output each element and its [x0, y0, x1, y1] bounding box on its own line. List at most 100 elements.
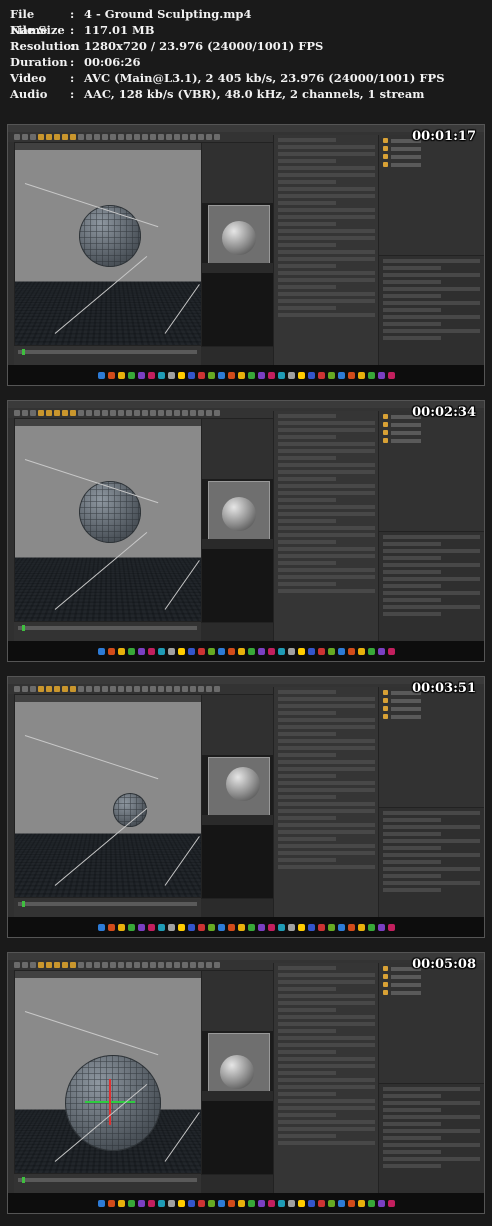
attribute-row[interactable]: [278, 1134, 336, 1138]
toolbar-button[interactable]: [118, 134, 124, 140]
toolbar-button[interactable]: [198, 134, 204, 140]
taskbar-app-icon[interactable]: [228, 648, 235, 655]
taskbar-app-icon[interactable]: [388, 924, 395, 931]
property-row[interactable]: [383, 1164, 441, 1168]
taskbar-app-icon[interactable]: [328, 924, 335, 931]
attribute-row[interactable]: [278, 1050, 336, 1054]
attribute-row[interactable]: [278, 830, 375, 834]
property-row[interactable]: [383, 598, 441, 602]
toolbar-button[interactable]: [70, 962, 76, 968]
toolbar-button[interactable]: [198, 962, 204, 968]
taskbar-app-icon[interactable]: [268, 648, 275, 655]
taskbar-app-icon[interactable]: [248, 372, 255, 379]
toolbar-button[interactable]: [158, 410, 164, 416]
property-row[interactable]: [383, 888, 441, 892]
taskbar-app-icon[interactable]: [318, 1200, 325, 1207]
taskbar-app-icon[interactable]: [148, 1200, 155, 1207]
toolbar-button[interactable]: [86, 134, 92, 140]
toolbar-button[interactable]: [158, 134, 164, 140]
property-row[interactable]: [383, 535, 480, 539]
attribute-row[interactable]: [278, 236, 375, 240]
attribute-row[interactable]: [278, 739, 375, 743]
attribute-row[interactable]: [278, 442, 375, 446]
attribute-row[interactable]: [278, 1141, 375, 1145]
attribute-row[interactable]: [278, 152, 375, 156]
property-row[interactable]: [383, 322, 441, 326]
toolbar-button[interactable]: [206, 134, 212, 140]
taskbar-app-icon[interactable]: [338, 372, 345, 379]
taskbar-app-icon[interactable]: [258, 1200, 265, 1207]
taskbar-app-icon[interactable]: [388, 1200, 395, 1207]
attribute-row[interactable]: [278, 512, 375, 516]
attribute-row[interactable]: [278, 1106, 375, 1110]
attribute-row[interactable]: [278, 138, 336, 142]
attribute-row[interactable]: [278, 1099, 375, 1103]
taskbar-app-icon[interactable]: [128, 648, 135, 655]
toolbar-button[interactable]: [110, 686, 116, 692]
property-row[interactable]: [383, 556, 441, 560]
attribute-row[interactable]: [278, 690, 336, 694]
taskbar-app-icon[interactable]: [378, 924, 385, 931]
taskbar-app-icon[interactable]: [298, 648, 305, 655]
taskbar-app-icon[interactable]: [238, 372, 245, 379]
taskbar-app-icon[interactable]: [328, 372, 335, 379]
toolbar-button[interactable]: [158, 686, 164, 692]
taskbar-app-icon[interactable]: [288, 1200, 295, 1207]
taskbar-app-icon[interactable]: [228, 924, 235, 931]
taskbar-app-icon[interactable]: [98, 1200, 105, 1207]
attribute-row[interactable]: [278, 554, 375, 558]
property-row[interactable]: [383, 860, 441, 864]
attribute-row[interactable]: [278, 1071, 336, 1075]
taskbar-app-icon[interactable]: [388, 372, 395, 379]
attribute-row[interactable]: [278, 547, 375, 551]
attribute-row[interactable]: [278, 816, 336, 820]
toolbar-button[interactable]: [206, 686, 212, 692]
taskbar-app-icon[interactable]: [188, 924, 195, 931]
toolbar-button[interactable]: [86, 410, 92, 416]
toolbar-button[interactable]: [118, 962, 124, 968]
attribute-row[interactable]: [278, 313, 375, 317]
toolbar-button[interactable]: [214, 962, 220, 968]
taskbar-app-icon[interactable]: [148, 372, 155, 379]
attribute-row[interactable]: [278, 823, 375, 827]
taskbar-app-icon[interactable]: [338, 1200, 345, 1207]
taskbar-app-icon[interactable]: [298, 372, 305, 379]
toolbar-button[interactable]: [30, 134, 36, 140]
property-row[interactable]: [383, 832, 441, 836]
toolbar-button[interactable]: [22, 962, 28, 968]
taskbar-app-icon[interactable]: [288, 648, 295, 655]
toolbar-button[interactable]: [102, 962, 108, 968]
taskbar-app-icon[interactable]: [368, 372, 375, 379]
attribute-row[interactable]: [278, 428, 375, 432]
toolbar-button[interactable]: [150, 134, 156, 140]
attribute-row[interactable]: [278, 589, 375, 593]
taskbar-app-icon[interactable]: [268, 372, 275, 379]
attribute-row[interactable]: [278, 795, 336, 799]
attribute-row[interactable]: [278, 1008, 336, 1012]
toolbar-button[interactable]: [134, 686, 140, 692]
taskbar-app-icon[interactable]: [378, 1200, 385, 1207]
taskbar-app-icon[interactable]: [258, 648, 265, 655]
property-row[interactable]: [383, 336, 441, 340]
toolbar-button[interactable]: [214, 686, 220, 692]
taskbar-app-icon[interactable]: [318, 372, 325, 379]
attribute-row[interactable]: [278, 456, 336, 460]
property-row[interactable]: [383, 1150, 441, 1154]
property-row[interactable]: [383, 1101, 480, 1105]
attribute-row[interactable]: [278, 1036, 375, 1040]
attribute-row[interactable]: [278, 264, 336, 268]
attribute-row[interactable]: [278, 1057, 375, 1061]
property-row[interactable]: [383, 605, 480, 609]
toolbar-button[interactable]: [94, 410, 100, 416]
taskbar-app-icon[interactable]: [208, 924, 215, 931]
taskbar-app-icon[interactable]: [148, 648, 155, 655]
attribute-row[interactable]: [278, 781, 375, 785]
property-row[interactable]: [383, 1143, 480, 1147]
attribute-row[interactable]: [278, 732, 336, 736]
taskbar-app-icon[interactable]: [358, 372, 365, 379]
toolbar-button[interactable]: [150, 962, 156, 968]
taskbar-app-icon[interactable]: [308, 648, 315, 655]
taskbar-app-icon[interactable]: [278, 648, 285, 655]
taskbar-app-icon[interactable]: [368, 924, 375, 931]
attribute-row[interactable]: [278, 435, 336, 439]
